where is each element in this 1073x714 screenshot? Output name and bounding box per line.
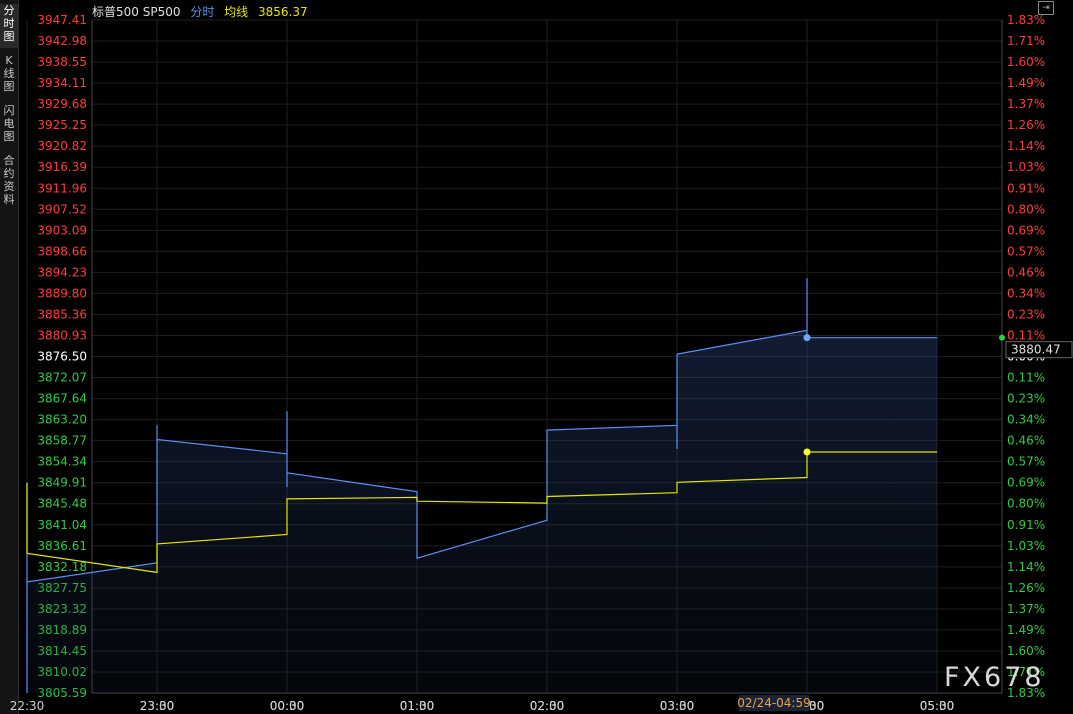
pct-tick-label: 0.69% — [1007, 476, 1045, 490]
x-tick-label: 00:30 — [270, 699, 305, 713]
pct-tick-label: 0.34% — [1007, 413, 1045, 427]
y-tick-label: 3841.04 — [37, 518, 87, 532]
pct-tick-label: 0.11% — [1007, 371, 1045, 385]
y-tick-label: 3832.18 — [37, 560, 87, 574]
y-tick-label: 3920.82 — [37, 139, 87, 153]
y-tick-label: 3925.25 — [37, 118, 87, 132]
pct-tick-label: 1.49% — [1007, 76, 1045, 90]
avg-last-marker — [803, 448, 811, 456]
x-tick-label: 23:30 — [140, 699, 175, 713]
price-area-fill — [27, 278, 937, 693]
intraday-chart: 3947.41 1.83% 3942.98 1.71% 3938.55 1.60% 3934… — [10, 13, 1073, 713]
y-tick-label: 3947.41 — [37, 13, 87, 27]
y-tick-label: 3898.66 — [37, 244, 87, 258]
x-tick-label: 02:30 — [530, 699, 565, 713]
pct-tick-label: 1.14% — [1007, 139, 1045, 153]
y-tick-label: 3907.52 — [37, 202, 87, 216]
cursor-time-label: 02/24-04:59 — [737, 696, 811, 710]
pct-tick-label: 0.11% — [1007, 328, 1045, 342]
pct-tick-label: 0.23% — [1007, 392, 1045, 406]
y-tick-label: 3911.96 — [37, 181, 87, 195]
y-tick-label: 3845.48 — [37, 497, 87, 511]
y-tick-label: 3885.36 — [37, 307, 87, 321]
y-tick-label: 3876.50 — [37, 350, 87, 364]
pct-tick-label: 1.37% — [1007, 97, 1045, 111]
pct-tick-label: 1.14% — [1007, 560, 1045, 574]
y-tick-label: 3938.55 — [37, 55, 87, 69]
y-tick-label: 3942.98 — [37, 34, 87, 48]
pct-tick-label: 1.71% — [1007, 34, 1045, 48]
y-tick-label: 3849.91 — [37, 476, 87, 490]
y-tick-label: 3854.34 — [37, 455, 87, 469]
pct-tick-label: 0.69% — [1007, 223, 1045, 237]
y-tick-label: 3867.64 — [37, 392, 87, 406]
x-tick-label: 05:00 — [920, 699, 955, 713]
pct-tick-label: 1.37% — [1007, 602, 1045, 616]
pct-tick-label: 1.60% — [1007, 55, 1045, 69]
pct-tick-label: 0.57% — [1007, 244, 1045, 258]
pct-tick-label: 1.03% — [1007, 160, 1045, 174]
y-tick-label: 3894.23 — [37, 265, 87, 279]
pct-tick-label: 0.57% — [1007, 455, 1045, 469]
pct-tick-label: 0.80% — [1007, 497, 1045, 511]
y-tick-label: 3858.77 — [37, 434, 87, 448]
pct-tick-label: 0.91% — [1007, 518, 1045, 532]
pct-tick-label: 1.83% — [1007, 13, 1045, 27]
y-tick-label: 3934.11 — [37, 76, 87, 90]
y-tick-label: 3889.80 — [37, 286, 87, 300]
y-tick-label: 3916.39 — [37, 160, 87, 174]
pct-tick-label: 0.91% — [1007, 181, 1045, 195]
pct-tick-label: 1.49% — [1007, 623, 1045, 637]
pct-tick-label: 0.34% — [1007, 286, 1045, 300]
price-end-marker — [999, 334, 1005, 341]
x-tick-label: 03:30 — [660, 699, 695, 713]
current-price-label: 3880.47 — [1011, 343, 1061, 357]
pct-tick-label: 0.46% — [1007, 434, 1045, 448]
y-tick-label: 3903.09 — [37, 223, 87, 237]
y-tick-label: 3863.20 — [37, 413, 87, 427]
x-tick-label: 22:30 — [10, 699, 45, 713]
pct-tick-label: 0.46% — [1007, 265, 1045, 279]
pct-tick-label: 1.26% — [1007, 581, 1045, 595]
pct-tick-label: 1.60% — [1007, 644, 1045, 658]
watermark-logo: FX678 — [944, 662, 1045, 693]
y-tick-label: 3872.07 — [37, 371, 87, 385]
y-tick-label: 3836.61 — [37, 539, 87, 553]
y-tick-label: 3880.93 — [37, 328, 87, 342]
x-tick-label: 01:30 — [400, 699, 435, 713]
y-tick-label: 3929.68 — [37, 97, 87, 111]
pct-tick-label: 1.26% — [1007, 118, 1045, 132]
pct-tick-label: 0.80% — [1007, 202, 1045, 216]
price-last-marker — [803, 334, 811, 342]
pct-tick-label: 1.03% — [1007, 539, 1045, 553]
pct-tick-label: 0.23% — [1007, 307, 1045, 321]
